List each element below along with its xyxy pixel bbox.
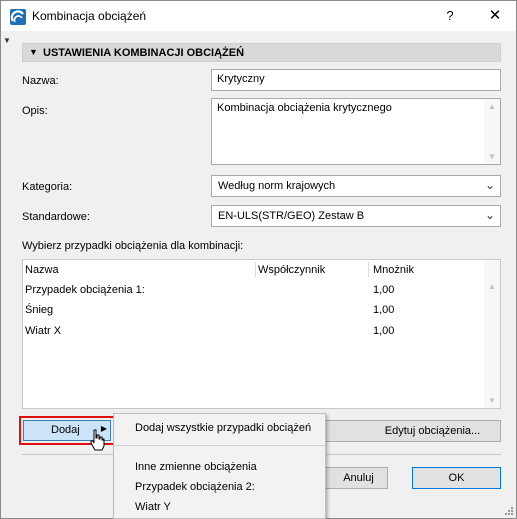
name-label: Nazwa: <box>22 75 59 87</box>
resize-grip-icon[interactable] <box>503 505 513 515</box>
standard-select[interactable]: EN-ULS(STR/GEO) Zestaw B ⌄ <box>211 205 501 227</box>
menu-item-add-all[interactable]: Dodaj wszystkie przypadki obciążeń <box>135 422 311 434</box>
column-header-factor[interactable]: Współczynnik <box>258 264 325 276</box>
row-name: Wiatr X <box>25 325 62 337</box>
row-multiplier[interactable]: 1,00 <box>373 284 394 296</box>
row-multiplier[interactable]: 1,00 <box>373 304 394 316</box>
row-multiplier[interactable]: 1,00 <box>373 325 394 337</box>
row-name: Przypadek obciążenia 1: <box>25 284 145 296</box>
cancel-button[interactable]: Anuluj <box>325 467 388 489</box>
title-bar: Kombinacja obciążeń ? ✕ <box>1 1 516 31</box>
category-label: Kategoria: <box>22 181 73 193</box>
section-header[interactable]: ▼ USTAWIENIA KOMBINACJI OBCIĄŻEŃ <box>22 43 501 62</box>
help-button[interactable]: ? <box>439 6 461 26</box>
category-value: Według norm krajowych <box>218 180 336 192</box>
description-label: Opis: <box>22 105 48 117</box>
category-select[interactable]: Według norm krajowych ⌄ <box>211 175 501 197</box>
column-header-name[interactable]: Nazwa <box>25 264 59 276</box>
name-value: Krytyczny <box>217 73 265 85</box>
chevron-down-icon: ⌄ <box>484 208 495 222</box>
description-scrollbar[interactable]: ▲ ▼ <box>484 99 500 164</box>
panel-marker-icon: ▼ <box>3 36 11 45</box>
window-title: Kombinacja obciążeń <box>32 9 147 23</box>
menu-item-load-case-2[interactable]: Przypadek obciążenia 2: <box>135 481 255 493</box>
load-cases-prompt: Wybierz przypadki obciążenia dla kombina… <box>22 240 244 252</box>
description-value: Kombinacja obciążenia krytycznego <box>217 102 392 114</box>
app-logo-icon <box>10 9 26 25</box>
menu-item-wind-y[interactable]: Wiatr Y <box>135 501 171 513</box>
edit-loads-label: Edytuj obciążenia... <box>384 425 481 437</box>
description-field[interactable]: Kombinacja obciążenia krytycznego ▲ ▼ <box>211 98 501 165</box>
hand-cursor-icon <box>90 429 105 451</box>
edit-loads-button[interactable]: Edytuj obciążenia... <box>324 420 501 442</box>
scroll-up-icon[interactable]: ▲ <box>488 102 496 111</box>
column-divider[interactable] <box>368 262 369 277</box>
close-button[interactable]: ✕ <box>484 6 506 26</box>
menu-item-other-variable[interactable]: Inne zmienne obciążenia <box>135 461 257 473</box>
collapse-triangle-icon[interactable]: ▼ <box>29 47 38 57</box>
scroll-up-icon[interactable]: ▲ <box>488 282 496 291</box>
ok-label: OK <box>448 472 465 484</box>
ok-button[interactable]: OK <box>412 467 501 489</box>
list-scrollbar[interactable]: ▲ ▼ <box>484 260 500 408</box>
chevron-down-icon: ⌄ <box>484 178 495 192</box>
column-divider[interactable] <box>255 262 256 277</box>
menu-separator <box>114 445 325 446</box>
name-field[interactable]: Krytyczny <box>211 69 501 91</box>
standard-value: EN-ULS(STR/GEO) Zestaw B <box>218 210 365 222</box>
column-header-multiplier[interactable]: Mnożnik <box>373 264 414 276</box>
load-cases-list: Nazwa Współczynnik Mnożnik Przypadek obc… <box>22 259 501 409</box>
scroll-down-icon[interactable]: ▼ <box>488 396 496 405</box>
add-popup-menu: Dodaj wszystkie przypadki obciążeń Inne … <box>113 413 326 519</box>
section-title: USTAWIENIA KOMBINACJI OBCIĄŻEŃ <box>43 47 245 59</box>
row-name: Śnieg <box>25 304 54 316</box>
cancel-label: Anuluj <box>343 472 374 484</box>
standard-label: Standardowe: <box>22 211 90 223</box>
add-button-label: Dodaj <box>51 424 80 436</box>
scroll-down-icon[interactable]: ▼ <box>488 152 496 161</box>
